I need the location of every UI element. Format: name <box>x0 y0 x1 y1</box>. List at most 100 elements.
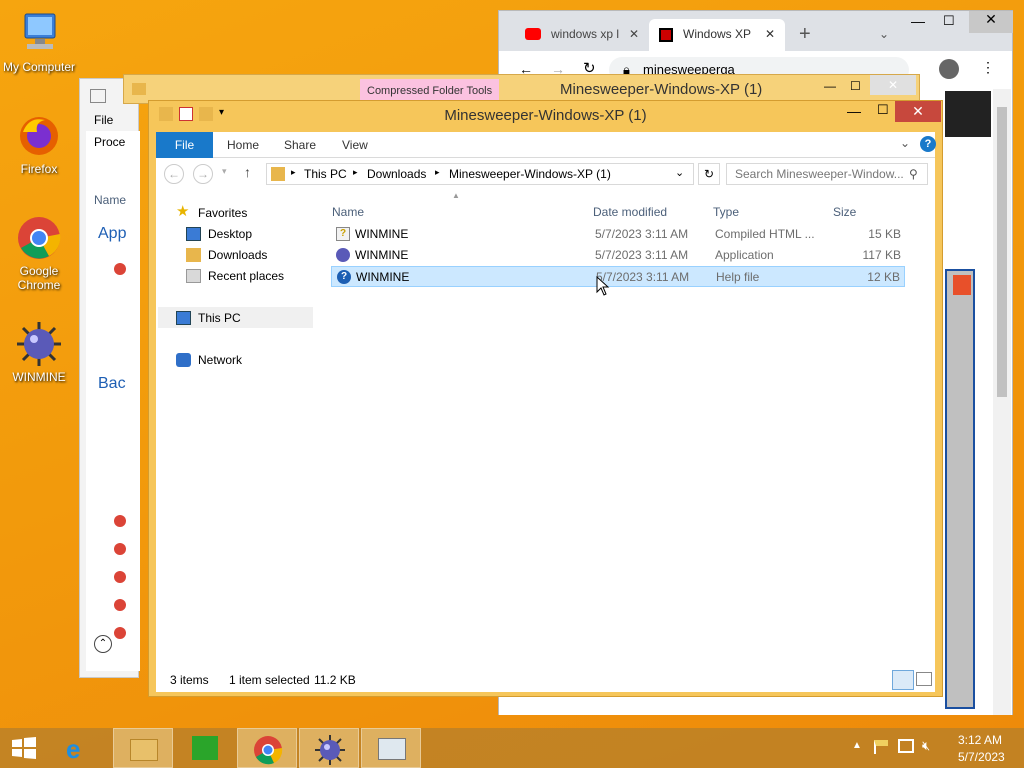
file-row[interactable]: ? WINMINE 5/7/2023 3:11 AM Compiled HTML… <box>331 224 905 245</box>
profile-icon[interactable] <box>939 59 959 79</box>
close-window-button[interactable]: ✕ <box>895 101 941 122</box>
maximize-icon[interactable]: ☐ <box>850 79 861 93</box>
tab-home[interactable]: Home <box>213 132 273 158</box>
sort-indicator-icon: ▲ <box>452 191 460 200</box>
recent-locations-icon[interactable]: ▾ <box>222 166 227 177</box>
column-name[interactable]: Name <box>332 205 364 219</box>
close-window-button[interactable]: ✕ <box>870 75 916 95</box>
task-manager-content: Proce Name App Bac <box>86 131 140 671</box>
mouse-cursor-icon <box>596 276 610 296</box>
column-name: Name <box>94 193 127 207</box>
desktop-icon-label: My Computer <box>2 60 76 74</box>
clock-date[interactable]: 5/7/2023 <box>958 750 1005 764</box>
taskbar-ie[interactable]: e <box>50 728 110 768</box>
desktop-icon-firefox[interactable]: Firefox <box>1 112 77 176</box>
minimize-icon[interactable]: — <box>911 13 925 29</box>
downloads-folder-icon <box>186 248 201 262</box>
file-size: 12 KB <box>867 270 900 284</box>
chrome-icon <box>15 214 63 262</box>
forward-icon[interactable]: → <box>193 164 213 184</box>
maximize-button[interactable]: ☐ <box>877 102 889 118</box>
computer-icon <box>15 10 63 58</box>
desktop-icon-chrome[interactable]: Google Chrome <box>1 214 77 292</box>
minimize-button[interactable]: — <box>847 103 861 119</box>
desktop-icon-my-computer[interactable]: My Computer <box>1 10 77 74</box>
minimize-icon[interactable]: — <box>824 79 836 93</box>
chrome-icon <box>254 736 283 765</box>
details-view-icon[interactable] <box>892 670 914 690</box>
file-list: ▲ Name Date modified Type Size ? WINMINE… <box>326 191 935 668</box>
new-tab-icon[interactable]: + <box>799 23 811 46</box>
computer-icon <box>176 311 191 325</box>
breadcrumb-this-pc[interactable]: This PC <box>304 167 347 181</box>
back-icon[interactable]: ← <box>164 164 184 184</box>
network-status-icon[interactable] <box>898 739 914 753</box>
folder-icon <box>271 167 285 181</box>
breadcrumb-downloads[interactable]: Downloads <box>367 167 426 181</box>
minesweeper-favicon <box>659 28 673 42</box>
chevron-down-icon[interactable]: ⌄ <box>900 136 910 150</box>
refresh-icon[interactable]: ↻ <box>698 163 720 185</box>
taskbar-file-explorer[interactable] <box>113 728 173 768</box>
status-item-count: 3 items <box>170 673 209 687</box>
mine-icon <box>15 320 63 368</box>
clock-time[interactable]: 3:12 AM <box>958 733 1002 747</box>
tab-file[interactable]: File <box>156 132 213 158</box>
desktop-icon <box>186 227 201 241</box>
desktop-icon-winmine[interactable]: WINMINE <box>1 320 77 384</box>
tab-view[interactable]: View <box>328 132 382 158</box>
up-icon[interactable]: ↑ <box>244 164 251 180</box>
explorer-window[interactable]: ▾ Minesweeper-Windows-XP (1) — ☐ ✕ File … <box>148 100 943 697</box>
file-date: 5/7/2023 3:11 AM <box>595 248 689 262</box>
chrome-icon <box>114 543 126 555</box>
tab-share[interactable]: Share <box>270 132 330 158</box>
column-date-modified[interactable]: Date modified <box>593 205 667 219</box>
breadcrumb-separator: ▸ <box>435 167 440 177</box>
search-icon: ⚲ <box>909 167 918 181</box>
folder-icon <box>132 83 146 95</box>
browser-tab-2[interactable]: Windows XP ✕ <box>649 19 785 51</box>
volume-muted-icon[interactable]: 🔇︎ <box>922 738 930 754</box>
show-hidden-icons-icon[interactable]: ▲ <box>852 740 862 751</box>
taskbar-store[interactable] <box>175 728 235 768</box>
chrome-icon <box>114 263 126 275</box>
close-window-button[interactable]: ✕ <box>969 11 1013 33</box>
menu-file[interactable]: File <box>94 113 113 127</box>
tab-processes[interactable]: Proce <box>94 135 125 149</box>
status-bar: 3 items 1 item selected 11.2 KB <box>156 668 935 692</box>
chevron-down-icon[interactable]: ⌄ <box>675 166 684 179</box>
search-placeholder: Search Minesweeper-Window... <box>735 167 904 181</box>
windows-logo-icon <box>12 737 36 759</box>
column-type[interactable]: Type <box>713 205 739 219</box>
close-icon[interactable]: ✕ <box>629 19 639 49</box>
taskbar-winmine[interactable] <box>299 728 359 768</box>
menu-icon[interactable]: ⋮ <box>981 59 995 76</box>
browser-tab-1[interactable]: windows xp l ✕ <box>515 19 643 49</box>
breadcrumb[interactable]: ▸ This PC ▸ Downloads ▸ Minesweeper-Wind… <box>266 163 694 185</box>
fewer-details-icon[interactable]: ⌃ <box>94 635 112 653</box>
column-size[interactable]: Size <box>833 205 856 219</box>
chrome-icon <box>114 627 126 639</box>
taskbar-task-manager[interactable] <box>361 728 421 768</box>
scrollbar-thumb[interactable] <box>997 107 1007 397</box>
file-size: 117 KB <box>862 248 901 262</box>
close-icon[interactable]: ✕ <box>765 19 775 49</box>
taskbar-chrome[interactable] <box>237 728 297 768</box>
file-row[interactable]: WINMINE 5/7/2023 3:11 AM Application 117… <box>331 245 905 266</box>
file-type: Compiled HTML ... <box>715 227 815 241</box>
dark-header <box>945 91 991 137</box>
task-manager-window[interactable]: File Proce Name App Bac ⌃ <box>79 78 140 678</box>
maximize-icon[interactable]: ☐ <box>943 13 955 29</box>
network-icon <box>176 353 191 367</box>
large-icons-view-icon[interactable] <box>916 672 932 686</box>
file-name: WINMINE <box>355 227 409 241</box>
breadcrumb-folder[interactable]: Minesweeper-Windows-XP (1) <box>449 167 611 181</box>
action-center-flag-icon[interactable] <box>874 740 888 754</box>
start-button[interactable] <box>0 728 48 768</box>
file-row-selected[interactable]: ? WINMINE 5/7/2023 3:11 AM Help file 12 … <box>331 266 905 287</box>
scrollbar[interactable] <box>993 89 1011 715</box>
chevron-down-icon[interactable]: ⌄ <box>879 27 889 41</box>
search-input[interactable]: Search Minesweeper-Window... ⚲ <box>726 163 928 185</box>
help-icon[interactable]: ? <box>920 136 936 152</box>
recent-places-icon <box>186 269 201 283</box>
